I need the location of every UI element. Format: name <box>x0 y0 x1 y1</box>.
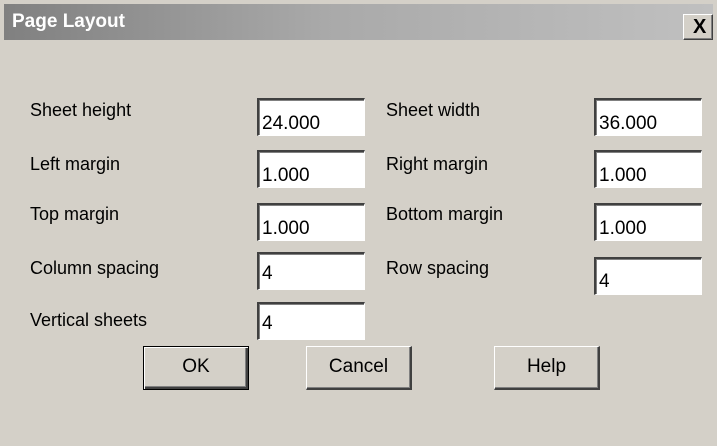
row-spacing-label: Row spacing <box>386 258 490 278</box>
vertical-sheets-label: Vertical sheets <box>30 310 148 330</box>
sheet-height-input[interactable] <box>257 98 365 136</box>
cancel-button[interactable]: Cancel <box>306 346 412 390</box>
right-margin-label: Right margin <box>386 154 489 174</box>
top-margin-input[interactable] <box>257 203 365 241</box>
sheet-height-label: Sheet height <box>30 100 132 120</box>
close-button[interactable]: X <box>683 14 713 40</box>
title-bar[interactable]: Page Layout X <box>4 4 713 40</box>
dialog-title: Page Layout <box>12 11 125 32</box>
ok-button[interactable]: OK <box>143 346 249 390</box>
top-margin-label: Top margin <box>30 204 120 224</box>
sheet-width-input[interactable] <box>594 98 702 136</box>
bottom-margin-input[interactable] <box>594 203 702 241</box>
close-icon: X <box>693 16 707 38</box>
bottom-margin-label: Bottom margin <box>386 204 504 224</box>
page-layout-dialog: Page Layout X Sheet height Sheet width L… <box>0 0 717 446</box>
column-spacing-input[interactable] <box>257 252 365 290</box>
vertical-sheets-input[interactable] <box>257 302 365 340</box>
left-margin-label: Left margin <box>30 154 121 174</box>
right-margin-input[interactable] <box>594 150 702 188</box>
left-margin-input[interactable] <box>257 150 365 188</box>
column-spacing-label: Column spacing <box>30 258 160 278</box>
row-spacing-input[interactable] <box>594 257 702 295</box>
sheet-width-label: Sheet width <box>386 100 481 120</box>
help-button[interactable]: Help <box>494 346 600 390</box>
